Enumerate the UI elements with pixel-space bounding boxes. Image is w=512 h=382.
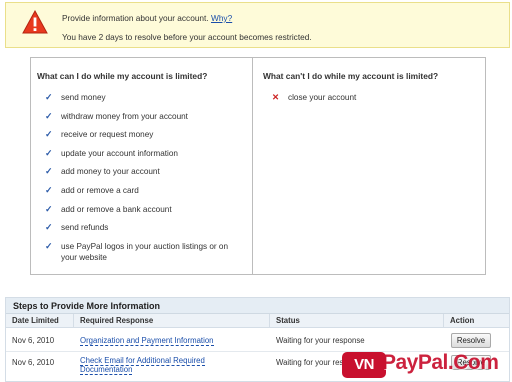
response-link[interactable]: Organization and Payment Information bbox=[80, 336, 214, 346]
checkmark-icon: ✓ bbox=[45, 222, 53, 233]
resolve-button[interactable]: Resolve bbox=[451, 333, 491, 348]
checkmark-icon: ✓ bbox=[45, 129, 53, 140]
checkmark-icon: ✓ bbox=[45, 203, 53, 214]
checkmark-icon: ✓ bbox=[45, 92, 53, 102]
list-item-label: withdraw money from your account bbox=[61, 111, 188, 121]
list-item-label: add or remove a card bbox=[61, 185, 139, 195]
cannot-do-list: ✕ close your account bbox=[272, 92, 472, 111]
can-do-list: ✓ send money ✓ withdraw money from your acc… bbox=[45, 92, 245, 270]
cannot-do-heading: What can't I do while my account is limi… bbox=[263, 71, 439, 81]
list-item-label: add money to your account bbox=[61, 167, 160, 177]
list-item: ✓ add money to your account bbox=[45, 166, 245, 177]
can-do-heading: What can I do while my account is limite… bbox=[37, 71, 208, 81]
list-item: ✓ update your account information bbox=[45, 148, 245, 159]
column-header-action: Action bbox=[450, 316, 475, 325]
row-response: Organization and Payment Information bbox=[74, 336, 214, 346]
column-header-response: Required Response bbox=[74, 314, 270, 328]
x-icon: ✕ bbox=[272, 92, 280, 102]
list-item-label: add or remove a bank account bbox=[61, 204, 172, 214]
checkmark-icon: ✓ bbox=[45, 166, 53, 177]
alert-deadline: You have 2 days to resolve before your a… bbox=[62, 32, 312, 42]
list-item: ✓ add or remove a card bbox=[45, 185, 245, 196]
column-header-date: Date Limited bbox=[6, 314, 74, 328]
list-item: ✕ close your account bbox=[272, 92, 472, 103]
list-item-label: close your account bbox=[288, 93, 357, 102]
list-item: ✓ use PayPal logos in your auction listin… bbox=[45, 241, 245, 263]
row-date: Nov 6, 2010 bbox=[12, 358, 55, 367]
watermark-badge: VN bbox=[342, 352, 386, 378]
list-item: ✓ add or remove a bank account bbox=[45, 204, 245, 215]
alert-message: Provide information about your account. … bbox=[62, 13, 232, 23]
list-item-label: send money bbox=[61, 93, 106, 102]
list-item-label: update your account information bbox=[61, 148, 178, 158]
warning-triangle-icon bbox=[22, 10, 48, 34]
row-status: Waiting for your response bbox=[276, 336, 365, 345]
checkmark-icon: ✓ bbox=[45, 184, 53, 195]
list-item: ✓ send refunds bbox=[45, 222, 245, 233]
list-item: ✓ receive or request money bbox=[45, 129, 245, 140]
can-do-column: What can I do while my account is limite… bbox=[31, 58, 253, 274]
steps-title: Steps to Provide More Information bbox=[6, 298, 509, 314]
alert-banner: Provide information about your account. … bbox=[5, 2, 510, 48]
checkmark-icon: ✓ bbox=[45, 110, 53, 121]
why-link[interactable]: Why? bbox=[211, 13, 232, 23]
checkmark-icon: ✓ bbox=[45, 240, 53, 251]
list-item-label: use PayPal logos in your auction listing… bbox=[61, 241, 229, 262]
row-date: Nov 6, 2010 bbox=[12, 336, 55, 345]
list-item: ✓ withdraw money from your account bbox=[45, 111, 245, 122]
alert-text: Provide information about your account. bbox=[62, 13, 209, 23]
column-header-status: Status bbox=[270, 314, 444, 328]
list-item: ✓ send money bbox=[45, 92, 245, 103]
list-item-label: send refunds bbox=[61, 223, 109, 233]
limitations-panel: What can I do while my account is limite… bbox=[30, 57, 486, 275]
cannot-do-column: What can't I do while my account is limi… bbox=[254, 58, 485, 274]
watermark-logo: VN PayPal.Com bbox=[340, 348, 512, 382]
checkmark-icon: ✓ bbox=[45, 147, 53, 158]
watermark-text: PayPal.Com bbox=[382, 351, 499, 374]
row-response: Check Email for Additional Required Docu… bbox=[74, 356, 224, 375]
table-header: Date Limited Required Response Status Ac… bbox=[6, 314, 509, 328]
response-link[interactable]: Check Email for Additional Required Docu… bbox=[80, 356, 205, 375]
list-item-label: receive or request money bbox=[61, 130, 154, 140]
